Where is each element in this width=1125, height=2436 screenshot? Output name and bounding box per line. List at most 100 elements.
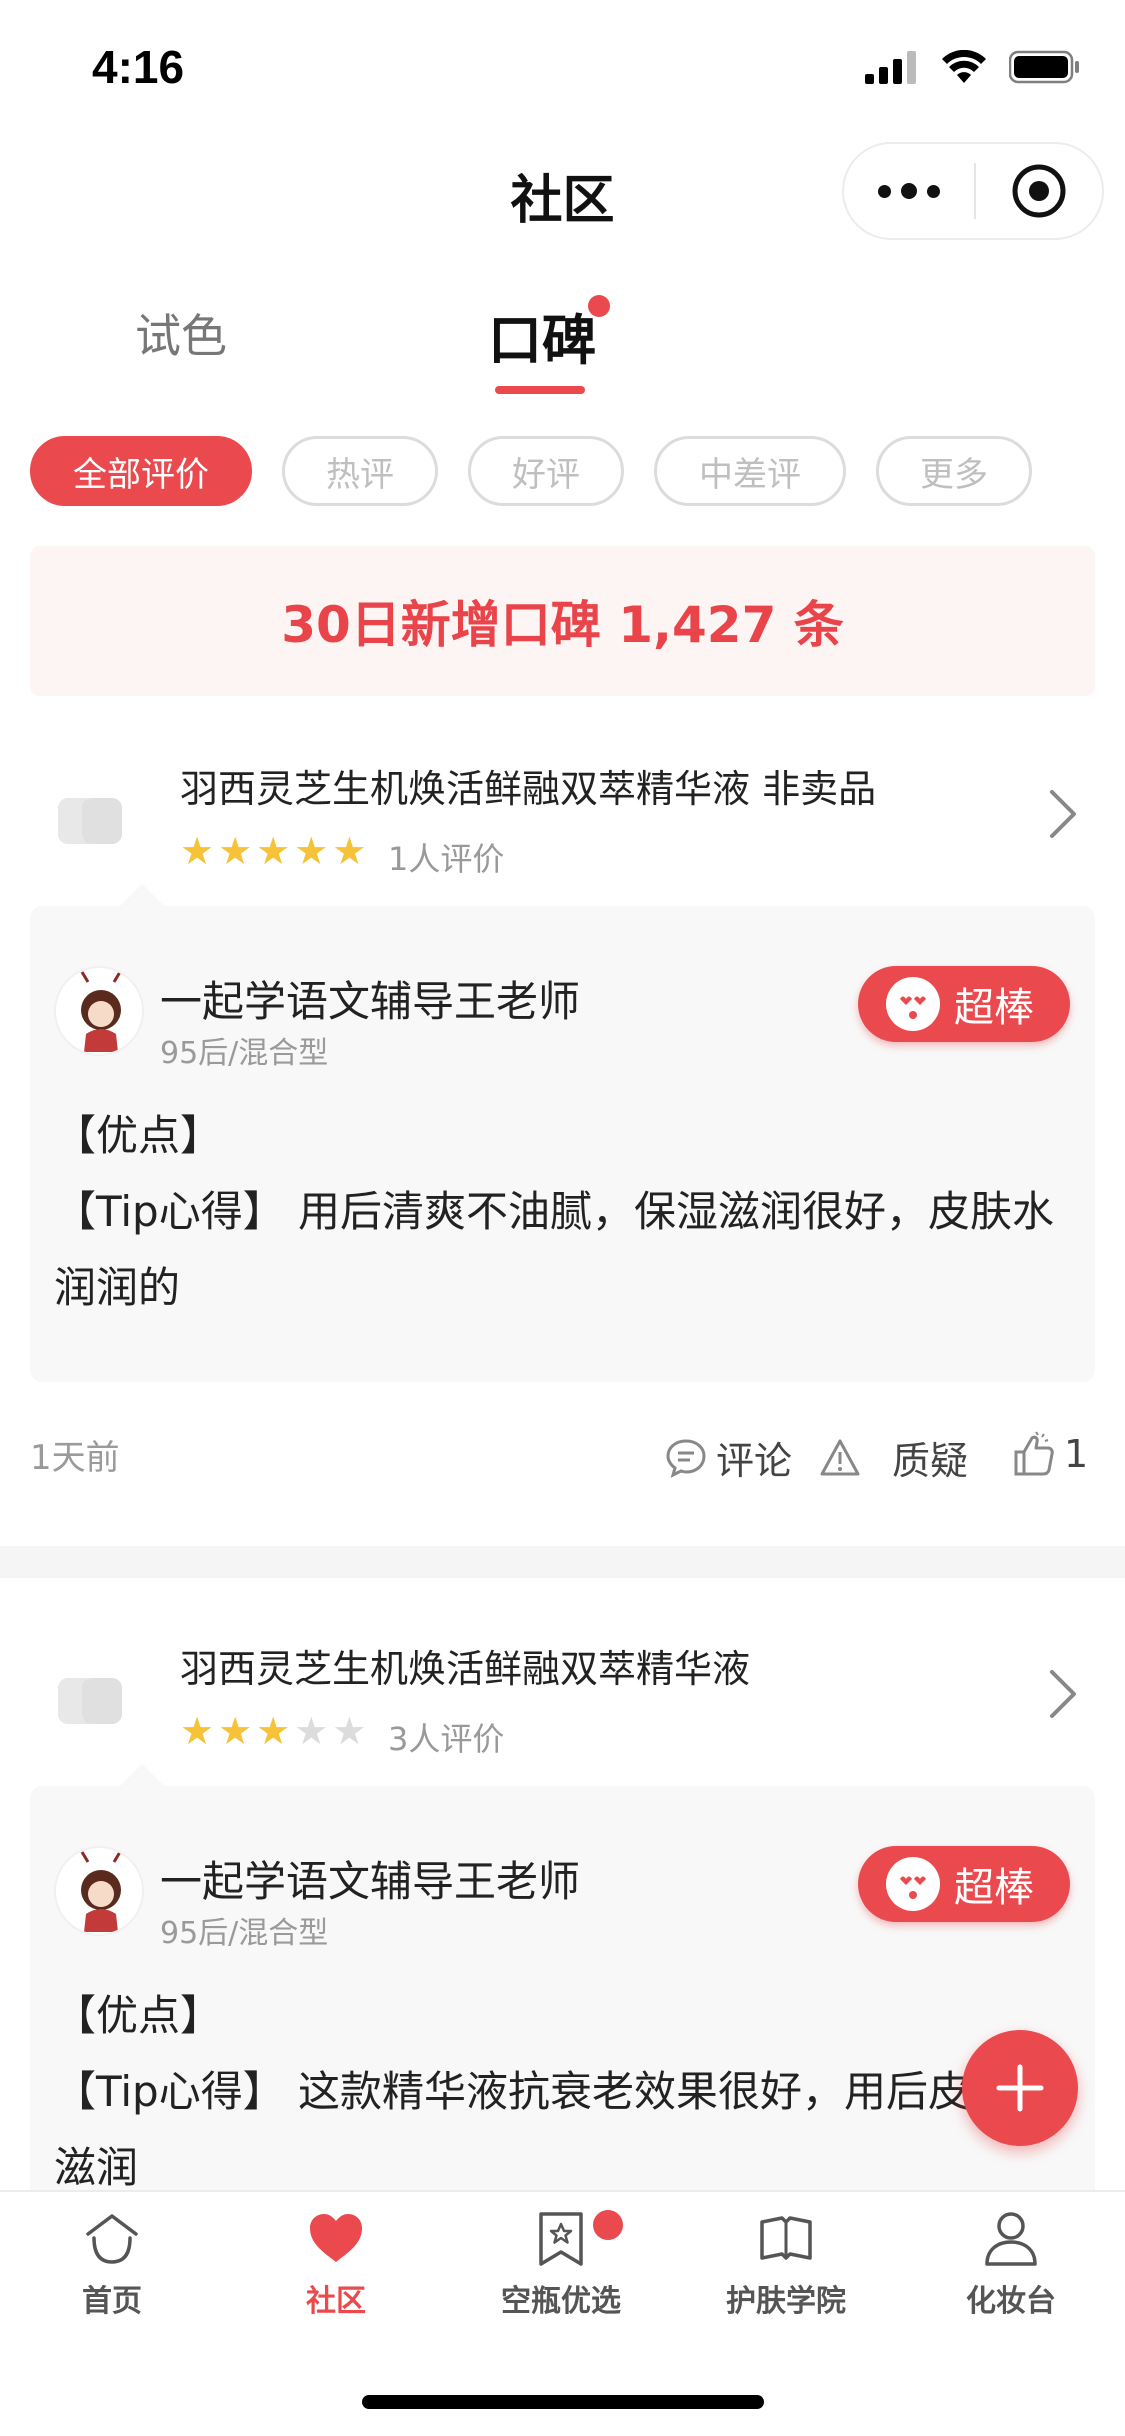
love-face-icon (886, 1857, 940, 1911)
filter-more[interactable]: 更多 (876, 436, 1032, 506)
wifi-icon (942, 50, 986, 83)
user-meta: 95后/混合型 (160, 1916, 329, 1951)
home-icon (86, 2214, 138, 2264)
star-icon: ★ (180, 829, 215, 873)
rating-badge: 超棒 (858, 1846, 1070, 1922)
home-indicator (362, 2395, 764, 2409)
close-button[interactable] (976, 163, 1102, 219)
rating-count: 1人评价 (388, 840, 505, 878)
more-button[interactable] (844, 144, 974, 238)
tabbar-label: 空瓶优选 (501, 2284, 621, 2319)
avatar[interactable] (54, 966, 144, 1056)
comment-label: 评论 (716, 1439, 793, 1483)
filter-medium-bad[interactable]: 中差评 (654, 436, 846, 506)
tabbar-item-community[interactable]: 社区 (246, 2210, 426, 2320)
section-divider (0, 1546, 1125, 1578)
review-text: 【优点】 【Tip心得】 这款精华液抗衰老效果很好，用后皮肤很滋润 (54, 1978, 1064, 2190)
like-button[interactable]: 1 (1012, 1430, 1088, 1478)
book-icon (760, 2216, 812, 2260)
filter-all[interactable]: 全部评价 (30, 436, 252, 506)
add-review-button[interactable] (962, 2030, 1078, 2146)
new-reviews-banner: 30日新增口碑 1,427 条 (30, 546, 1095, 696)
tab-try-color[interactable]: 试色 (135, 300, 227, 366)
thumb-shape (82, 1678, 122, 1724)
star-icon: ★ (180, 1709, 215, 1753)
love-face-icon (886, 977, 940, 1031)
star-icon: ★ (294, 829, 329, 873)
star-icon: ★ (218, 829, 253, 873)
review-block: 羽西灵芝生机焕活鲜融双萃精华液 ★ ★ ★ ★ ★ 3人评价 一起学语文辅导王老… (0, 1620, 1125, 2190)
tab-active-indicator (495, 386, 585, 394)
product-name[interactable]: 羽西灵芝生机焕活鲜融双萃精华液 非卖品 (180, 758, 876, 813)
user-meta: 95后/混合型 (160, 1036, 329, 1071)
heart-icon (310, 2214, 362, 2262)
tab-koubei[interactable]: 口碑 (488, 296, 596, 375)
star-rating: ★ ★ ★ ★ ★ (180, 1712, 366, 1750)
review-text: 【优点】 【Tip心得】 用后清爽不油腻，保湿滋润很好，皮肤水润润的 (54, 1098, 1064, 1326)
more-dot-icon (927, 184, 940, 198)
tab-notification-dot (588, 295, 610, 317)
star-icon: ★ (332, 829, 367, 873)
tabbar-item-vanity[interactable]: 化妆台 (921, 2210, 1101, 2320)
user-name[interactable]: 一起学语文辅导王老师 (160, 1848, 580, 1909)
tabbar-item-home[interactable]: 首页 (22, 2210, 202, 2320)
review-card[interactable]: 一起学语文辅导王老师 95后/混合型 超棒 【优点】 【Tip心得】 用后清爽不… (30, 884, 1095, 1382)
status-bar: 4:16 (0, 0, 1125, 135)
badge-label: 超棒 (954, 1865, 1034, 1911)
user-name[interactable]: 一起学语文辅导王老师 (160, 968, 580, 1029)
star-icon: ★ (332, 1709, 367, 1753)
user-icon (985, 2212, 1037, 2266)
star-icon: ★ (218, 1709, 253, 1753)
target-close-icon (1012, 164, 1066, 218)
tabbar-label: 首页 (82, 2284, 142, 2319)
battery-icon (1009, 50, 1079, 84)
status-icons (865, 50, 1081, 84)
more-dot-icon (878, 184, 891, 198)
thumb-shape (82, 798, 122, 844)
card-notch (120, 1764, 164, 1786)
product-thumbnail[interactable] (58, 798, 122, 844)
warning-icon (820, 1439, 860, 1475)
review-line: 【优点】 (54, 1111, 223, 1160)
product-thumbnail[interactable] (58, 1678, 122, 1724)
review-card[interactable]: 一起学语文辅导王老师 95后/混合型 超棒 【优点】 【Tip心得】 这款精华液… (30, 1764, 1095, 2190)
badge-label: 超棒 (954, 985, 1034, 1031)
review-time: 1天前 (30, 1438, 120, 1478)
review-line: 【Tip心得】 用后清爽不油腻，保湿滋润很好，皮肤水润润的 (54, 1187, 1055, 1312)
avatar-image (80, 1851, 122, 1932)
comment-button[interactable]: 评论 (664, 1430, 792, 1485)
card-notch (120, 884, 164, 906)
comment-icon (666, 1438, 706, 1478)
tabbar-item-skincare-academy[interactable]: 护肤学院 (696, 2210, 876, 2320)
avatar-image (80, 971, 122, 1052)
tabbar-label: 社区 (306, 2284, 366, 2319)
tabbar-item-empty-bottle[interactable]: 空瓶优选 (471, 2210, 651, 2320)
review-footer: 1天前 评论 质疑 1 (0, 1430, 1125, 1490)
star-icon: ★ (256, 1709, 291, 1753)
rating-count: 3人评价 (388, 1720, 505, 1758)
review-line: 【Tip心得】 这款精华液抗衰老效果很好，用后皮肤很滋润 (54, 2067, 1055, 2190)
tabbar-label: 化妆台 (966, 2284, 1056, 2319)
filter-good[interactable]: 好评 (468, 436, 624, 506)
doubt-button[interactable]: 质疑 (818, 1430, 968, 1485)
review-line: 【优点】 (54, 1991, 223, 2040)
review-block: 羽西灵芝生机焕活鲜融双萃精华液 非卖品 ★ ★ ★ ★ ★ 1人评价 一起学语文… (0, 740, 1125, 1540)
signal-icon (865, 51, 916, 84)
rating-badge: 超棒 (858, 966, 1070, 1042)
tabbar-notification-dot (593, 2210, 623, 2240)
star-icon: ★ (294, 1709, 329, 1753)
product-name[interactable]: 羽西灵芝生机焕活鲜融双萃精华液 (180, 1638, 750, 1693)
filter-hot[interactable]: 热评 (282, 436, 438, 506)
tabbar-label: 护肤学院 (726, 2284, 846, 2319)
like-count: 1 (1064, 1432, 1089, 1476)
avatar[interactable] (54, 1846, 144, 1936)
status-time: 4:16 (92, 41, 185, 93)
star-rating: ★ ★ ★ ★ ★ (180, 832, 366, 870)
doubt-label: 质疑 (892, 1439, 969, 1483)
bookmark-star-icon (539, 2212, 583, 2266)
more-dot-icon (901, 183, 917, 199)
chevron-right-icon[interactable] (1048, 1668, 1078, 1720)
chevron-right-icon[interactable] (1048, 788, 1078, 840)
plus-icon (996, 2064, 1044, 2112)
thumbs-up-icon (1014, 1431, 1054, 1476)
